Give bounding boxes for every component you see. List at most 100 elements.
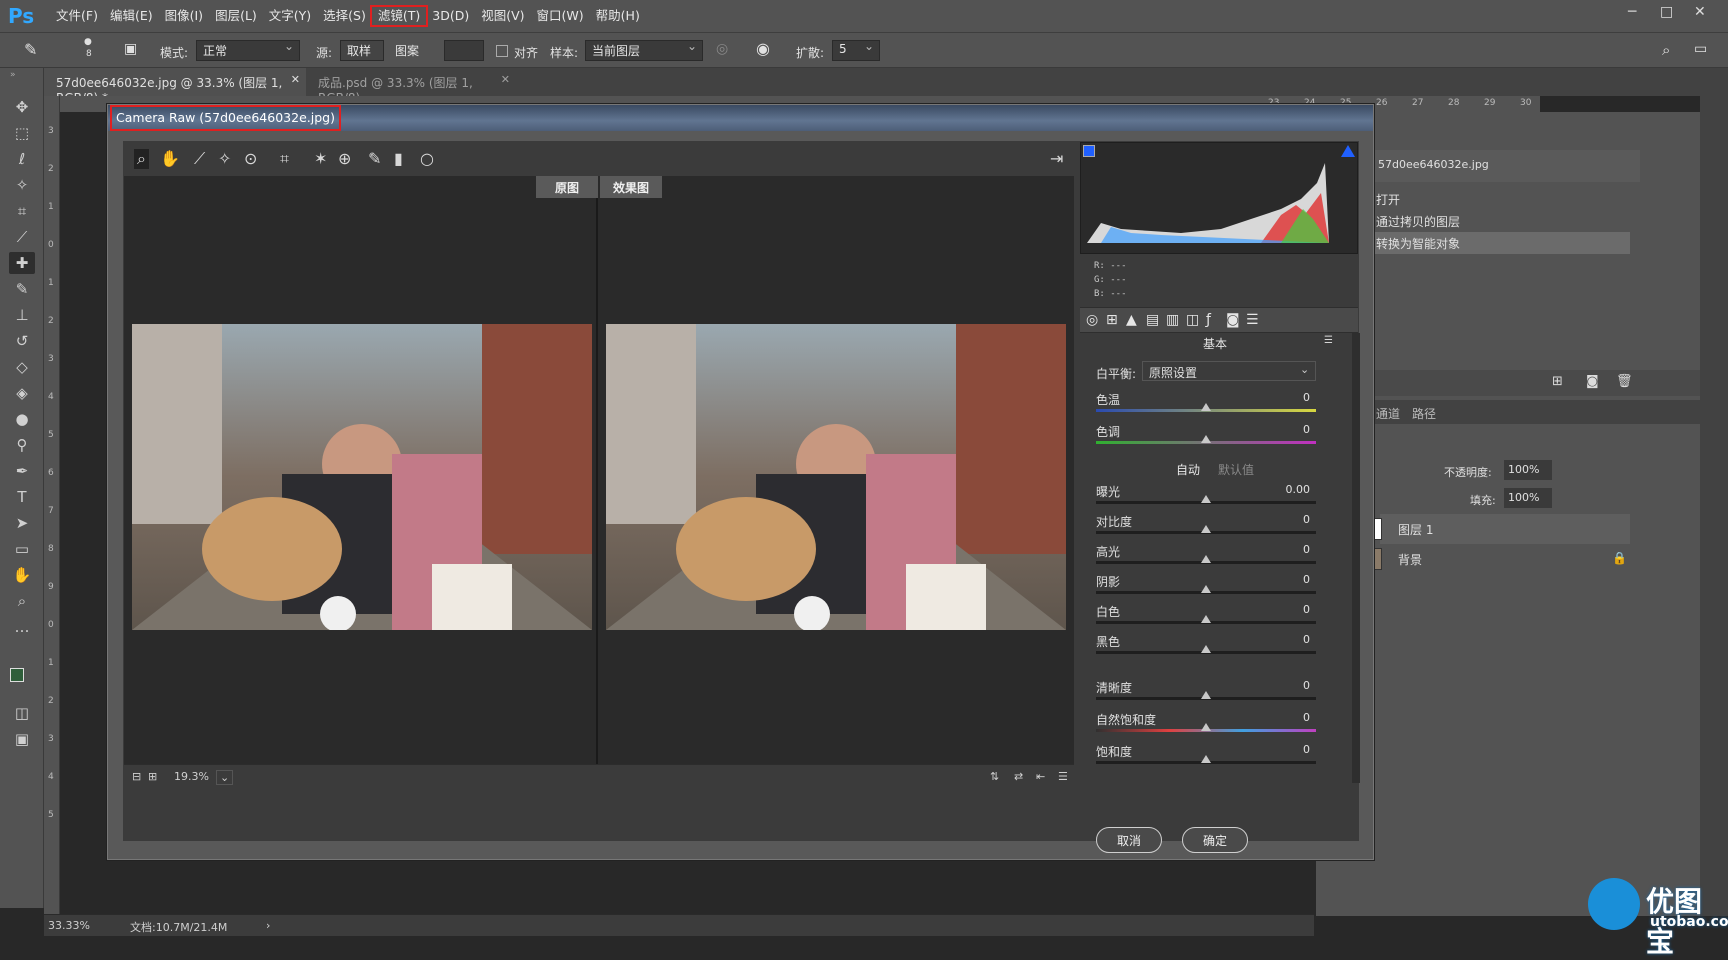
- slider-value[interactable]: 0: [1280, 543, 1310, 556]
- zoom-in-icon[interactable]: ⊞: [148, 770, 157, 783]
- slider-thumb[interactable]: [1201, 755, 1211, 763]
- menu-item[interactable]: 图层(L): [209, 7, 263, 25]
- menu-item[interactable]: 文件(F): [50, 7, 104, 25]
- lens-icon[interactable]: ◫: [1186, 312, 1199, 328]
- history-snapshot[interactable]: 57d0ee646032e.jpg: [1370, 150, 1640, 182]
- menu-item[interactable]: 窗口(W): [531, 7, 590, 25]
- path-select-icon[interactable]: ➤: [9, 512, 35, 534]
- hsl-icon[interactable]: ▤: [1146, 312, 1159, 328]
- zoom-dropdown-icon[interactable]: ⌄: [216, 770, 234, 785]
- white-balance-select[interactable]: 原照设置: [1142, 361, 1316, 381]
- snapshot-icon[interactable]: ◙: [1586, 374, 1599, 389]
- basic-tab-icon[interactable]: ◎: [1086, 312, 1098, 328]
- tab-close-icon[interactable]: ✕: [291, 73, 300, 86]
- brush-tool-icon[interactable]: ✎: [9, 278, 35, 300]
- pressure-icon[interactable]: ◉: [756, 39, 770, 58]
- detail-icon[interactable]: ▲: [1126, 312, 1137, 328]
- type-tool-icon[interactable]: T: [9, 486, 35, 508]
- more-tools-icon[interactable]: …: [9, 616, 35, 638]
- panel-menu-icon[interactable]: ☰: [1324, 335, 1333, 346]
- ignore-adjust-icon[interactable]: ◎: [716, 41, 728, 57]
- gradient-icon[interactable]: ◈: [9, 382, 35, 404]
- history-item[interactable]: 通过拷贝的图层: [1370, 210, 1630, 232]
- healing-brush-icon[interactable]: ✎: [24, 40, 37, 59]
- slider-value[interactable]: 0: [1280, 513, 1310, 526]
- collapse-icon[interactable]: »: [10, 70, 16, 80]
- new-document-icon[interactable]: ⊞: [1552, 374, 1563, 389]
- tone-curve-icon[interactable]: ⊞: [1106, 312, 1118, 328]
- open-preferences-icon[interactable]: ⇥: [1050, 149, 1063, 168]
- copy-settings-icon[interactable]: ⇤: [1036, 770, 1045, 783]
- quick-mask-icon[interactable]: ◫: [9, 702, 35, 724]
- zoom-out-icon[interactable]: ⊟: [132, 770, 141, 783]
- close-icon[interactable]: ✕: [1694, 4, 1706, 20]
- slider-value[interactable]: 0: [1280, 391, 1310, 404]
- screen-mode-icon[interactable]: ▣: [9, 728, 35, 750]
- toggle-settings-icon[interactable]: ☰: [1058, 770, 1068, 783]
- default-button[interactable]: 默认值: [1218, 461, 1254, 478]
- menu-item[interactable]: 选择(S): [317, 7, 372, 25]
- layer-row[interactable]: 背景 🔒: [1372, 544, 1630, 574]
- slider-thumb[interactable]: [1201, 585, 1211, 593]
- auto-button[interactable]: 自动: [1176, 461, 1200, 478]
- slider-value[interactable]: 0: [1280, 573, 1310, 586]
- zoom-tool-icon[interactable]: ⌕: [9, 590, 35, 612]
- maximize-icon[interactable]: □: [1660, 4, 1673, 20]
- slider-thumb[interactable]: [1201, 645, 1211, 653]
- opacity-input[interactable]: 100%: [1504, 460, 1552, 480]
- quick-select-icon[interactable]: ✧: [9, 174, 35, 196]
- layer-row[interactable]: 图层 1: [1372, 514, 1630, 544]
- shape-tool-icon[interactable]: ▭: [9, 538, 35, 560]
- before-after-view-icon[interactable]: ⇅: [990, 770, 999, 783]
- lasso-tool-icon[interactable]: ℓ: [9, 148, 35, 170]
- slider-value[interactable]: 0: [1280, 603, 1310, 616]
- history-brush-icon[interactable]: ↺: [9, 330, 35, 352]
- camera-calibration-icon[interactable]: ◙: [1226, 312, 1240, 328]
- cancel-button[interactable]: 取消: [1096, 827, 1162, 853]
- white-balance-tool-icon[interactable]: ⟋: [194, 149, 205, 169]
- split-toning-icon[interactable]: ▥: [1166, 312, 1179, 328]
- presets-icon[interactable]: ☰: [1246, 312, 1259, 328]
- healing-brush-tool-icon[interactable]: ✚: [9, 252, 35, 274]
- stamp-tool-icon[interactable]: ⊥: [9, 304, 35, 326]
- menu-item[interactable]: 编辑(E): [104, 7, 159, 25]
- brush-settings-icon[interactable]: ▣: [124, 41, 137, 57]
- trash-icon[interactable]: 🗑: [1616, 374, 1633, 389]
- color-sampler-icon[interactable]: ✧: [218, 149, 231, 168]
- tab-channels[interactable]: 通道: [1376, 405, 1400, 422]
- tab-close-icon[interactable]: ✕: [501, 73, 510, 86]
- mode-select[interactable]: 正常: [196, 39, 300, 61]
- foreground-color-swatch[interactable]: [10, 668, 24, 682]
- tab-active-doc[interactable]: 57d0ee646032e.jpg @ 33.3% (图层 1, RGB/8) …: [44, 68, 306, 105]
- pattern-picker[interactable]: [444, 40, 484, 61]
- blur-icon[interactable]: ●: [9, 408, 35, 430]
- menu-item[interactable]: 视图(V): [475, 7, 530, 25]
- slider-thumb[interactable]: [1201, 435, 1211, 443]
- sample-select[interactable]: 当前图层: [585, 39, 703, 61]
- graduated-filter-icon[interactable]: ▮: [394, 149, 403, 168]
- menu-item[interactable]: 图像(I): [159, 7, 209, 25]
- aligned-checkbox[interactable]: [496, 45, 508, 57]
- history-item-selected[interactable]: 转换为智能对象: [1370, 232, 1630, 254]
- slider-thumb[interactable]: [1201, 555, 1211, 563]
- targeted-adjust-icon[interactable]: ⊙: [244, 149, 257, 168]
- ok-button[interactable]: 确定: [1182, 827, 1248, 853]
- brush-preview-icon[interactable]: ●: [84, 37, 92, 47]
- eyedropper-icon[interactable]: ⟋: [9, 226, 35, 248]
- slider-thumb[interactable]: [1201, 403, 1211, 411]
- dodge-icon[interactable]: ⚲: [9, 434, 35, 456]
- panel-scrollbar[interactable]: [1352, 333, 1360, 783]
- crop-tool-icon[interactable]: ⌗: [9, 200, 35, 222]
- marquee-tool-icon[interactable]: ⬚: [9, 122, 35, 144]
- slider-thumb[interactable]: [1201, 723, 1211, 731]
- effects-fx-icon[interactable]: ƒ: [1206, 312, 1211, 328]
- fill-input[interactable]: 100%: [1504, 488, 1552, 508]
- hand-tool-icon[interactable]: ✋: [160, 149, 180, 168]
- diffusion-select[interactable]: 5: [832, 39, 880, 61]
- red-eye-icon[interactable]: ⊕: [338, 149, 351, 168]
- adjustment-brush-icon[interactable]: ✎: [368, 149, 381, 168]
- menu-item[interactable]: 滤镜(T): [369, 5, 429, 27]
- minimize-icon[interactable]: ─: [1628, 4, 1636, 20]
- menu-item[interactable]: 文字(Y): [263, 7, 317, 25]
- slider-value[interactable]: 0: [1280, 633, 1310, 646]
